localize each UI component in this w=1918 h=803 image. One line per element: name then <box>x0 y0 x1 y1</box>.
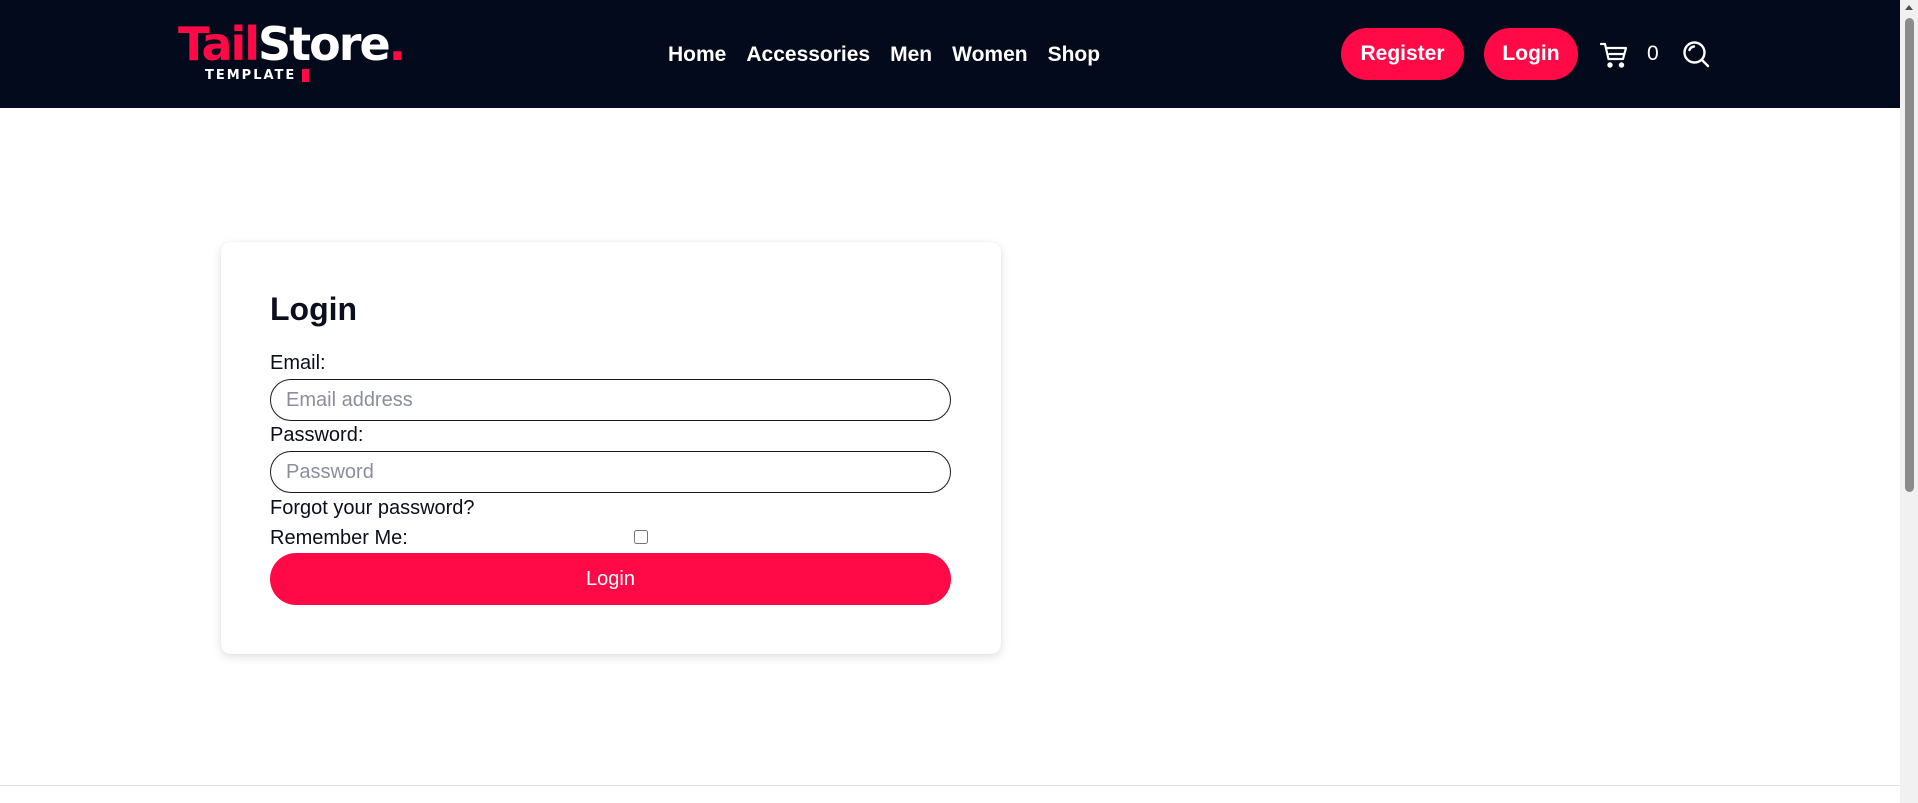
logo-wordmark: TailStore. <box>178 17 407 71</box>
scroll-up-arrow-icon[interactable] <box>1905 5 1913 10</box>
footer-divider <box>0 785 1900 786</box>
nav-item-men[interactable]: Men <box>890 40 932 70</box>
logo-dot: . <box>388 17 407 71</box>
login-submit-button[interactable]: Login <box>270 553 951 605</box>
search-icon[interactable] <box>1681 39 1711 69</box>
page-scrollbar[interactable] <box>1900 0 1918 803</box>
site-header: TailStore. TEMPLATE Home Accessories Men… <box>0 0 1900 108</box>
email-field[interactable] <box>270 379 951 421</box>
logo-subtitle: TEMPLATE <box>205 68 297 83</box>
login-title: Login <box>270 291 358 327</box>
forgot-password-link[interactable]: Forgot your password? <box>270 496 475 520</box>
remember-me-checkbox[interactable] <box>634 530 648 544</box>
register-button[interactable]: Register <box>1341 28 1464 80</box>
email-label: Email: <box>270 352 326 374</box>
login-card: Login Email: Password: Forgot your passw… <box>221 242 1001 654</box>
nav-item-shop[interactable]: Shop <box>1048 40 1101 70</box>
header-login-button[interactable]: Login <box>1484 28 1578 80</box>
logo-store-text: Store <box>258 17 391 71</box>
password-field[interactable] <box>270 451 951 493</box>
main-nav: Home Accessories Men Women Shop <box>668 40 1100 70</box>
cart-count: 0 <box>1647 42 1659 65</box>
password-label: Password: <box>270 424 364 446</box>
cart-icon[interactable] <box>1599 40 1629 70</box>
tailstore-logo[interactable]: TailStore. TEMPLATE <box>178 20 406 86</box>
scrollbar-thumb[interactable] <box>1905 18 1914 492</box>
nav-item-accessories[interactable]: Accessories <box>746 40 870 70</box>
nav-item-home[interactable]: Home <box>668 40 726 70</box>
logo-tail-text: Tail <box>178 17 260 71</box>
remember-me-label: Remember Me: <box>270 527 408 549</box>
logo-accent-bar <box>302 69 309 82</box>
nav-item-women[interactable]: Women <box>952 40 1027 70</box>
